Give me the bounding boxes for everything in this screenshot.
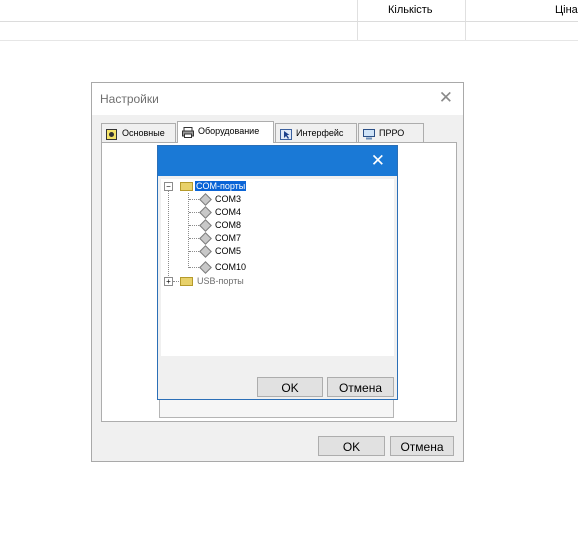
- tree-node-com4[interactable]: COM4: [215, 206, 241, 219]
- close-icon[interactable]: ✕: [371, 152, 385, 169]
- column-header-quantity[interactable]: Кількість: [388, 4, 433, 16]
- tab-interface[interactable]: Интерфейс: [275, 123, 357, 142]
- column-separator: [465, 0, 466, 21]
- tab-basic[interactable]: Основные: [101, 123, 176, 142]
- port-icon: [199, 245, 212, 258]
- tree-node-com8[interactable]: COM8: [215, 219, 241, 232]
- cancel-button[interactable]: Отмена: [327, 377, 394, 397]
- settings-title-bar[interactable]: Настройки ✕: [92, 83, 463, 115]
- tree-line: [189, 212, 199, 213]
- collapse-toggle-icon[interactable]: −: [164, 182, 173, 191]
- tab-prro-label: ПРРО: [379, 128, 405, 138]
- column-separator: [357, 22, 358, 40]
- tree-line: [189, 251, 199, 252]
- settings-window-title: Настройки: [100, 92, 159, 106]
- tree-node-com-ports[interactable]: COM-порты: [195, 180, 247, 193]
- port-dialog-title-bar[interactable]: ✕: [158, 146, 397, 176]
- tree-line: [189, 267, 199, 268]
- port-tree[interactable]: − COM-порты COM3 COM4 COM8 COM7 COM5 COM…: [161, 179, 394, 356]
- tab-interface-label: Интерфейс: [296, 128, 344, 138]
- tree-line: [168, 190, 169, 284]
- tree-line: [189, 225, 199, 226]
- background-table-row: [0, 22, 578, 41]
- close-icon[interactable]: ✕: [439, 89, 453, 106]
- tree-line: [188, 193, 189, 268]
- monitor-icon: [363, 128, 375, 140]
- column-separator: [357, 0, 358, 21]
- port-icon: [199, 261, 212, 274]
- port-icon: [199, 193, 212, 206]
- port-icon: [199, 206, 212, 219]
- tree-node-com7[interactable]: COM7: [215, 232, 241, 245]
- tree-node-com10[interactable]: COM10: [215, 261, 246, 274]
- port-select-dialog: ✕ − COM-порты COM3 COM4 COM8 COM7 COM5 C…: [157, 145, 398, 400]
- cancel-button[interactable]: Отмена: [390, 436, 454, 456]
- tab-basic-label: Основные: [122, 128, 165, 138]
- tree-node-usb-ports[interactable]: USB-порты: [197, 275, 244, 288]
- tree-line: [173, 281, 179, 282]
- cursor-window-icon: [280, 128, 292, 140]
- folder-icon: [180, 277, 193, 286]
- printer-icon: [182, 126, 194, 138]
- tree-node-com5[interactable]: COM5: [215, 245, 241, 258]
- folder-icon: [180, 182, 193, 191]
- tab-equipment[interactable]: Оборудование: [177, 121, 274, 143]
- ok-button[interactable]: OK: [257, 377, 323, 397]
- tab-prro[interactable]: ПРРО: [358, 123, 424, 142]
- background-table-header: Кількість Ціна: [0, 0, 578, 22]
- tree-line: [189, 199, 199, 200]
- tree-node-com-ports-label: COM-порты: [195, 181, 247, 191]
- column-header-price[interactable]: Ціна: [555, 4, 578, 16]
- expand-toggle-icon[interactable]: +: [164, 277, 173, 286]
- ok-button[interactable]: OK: [318, 436, 385, 456]
- column-separator: [465, 22, 466, 40]
- tree-node-com3[interactable]: COM3: [215, 193, 241, 206]
- tree-line: [189, 238, 199, 239]
- tab-equipment-label: Оборудование: [198, 126, 260, 136]
- port-icon: [199, 232, 212, 245]
- port-icon: [199, 219, 212, 232]
- settings-app-icon: [106, 128, 117, 140]
